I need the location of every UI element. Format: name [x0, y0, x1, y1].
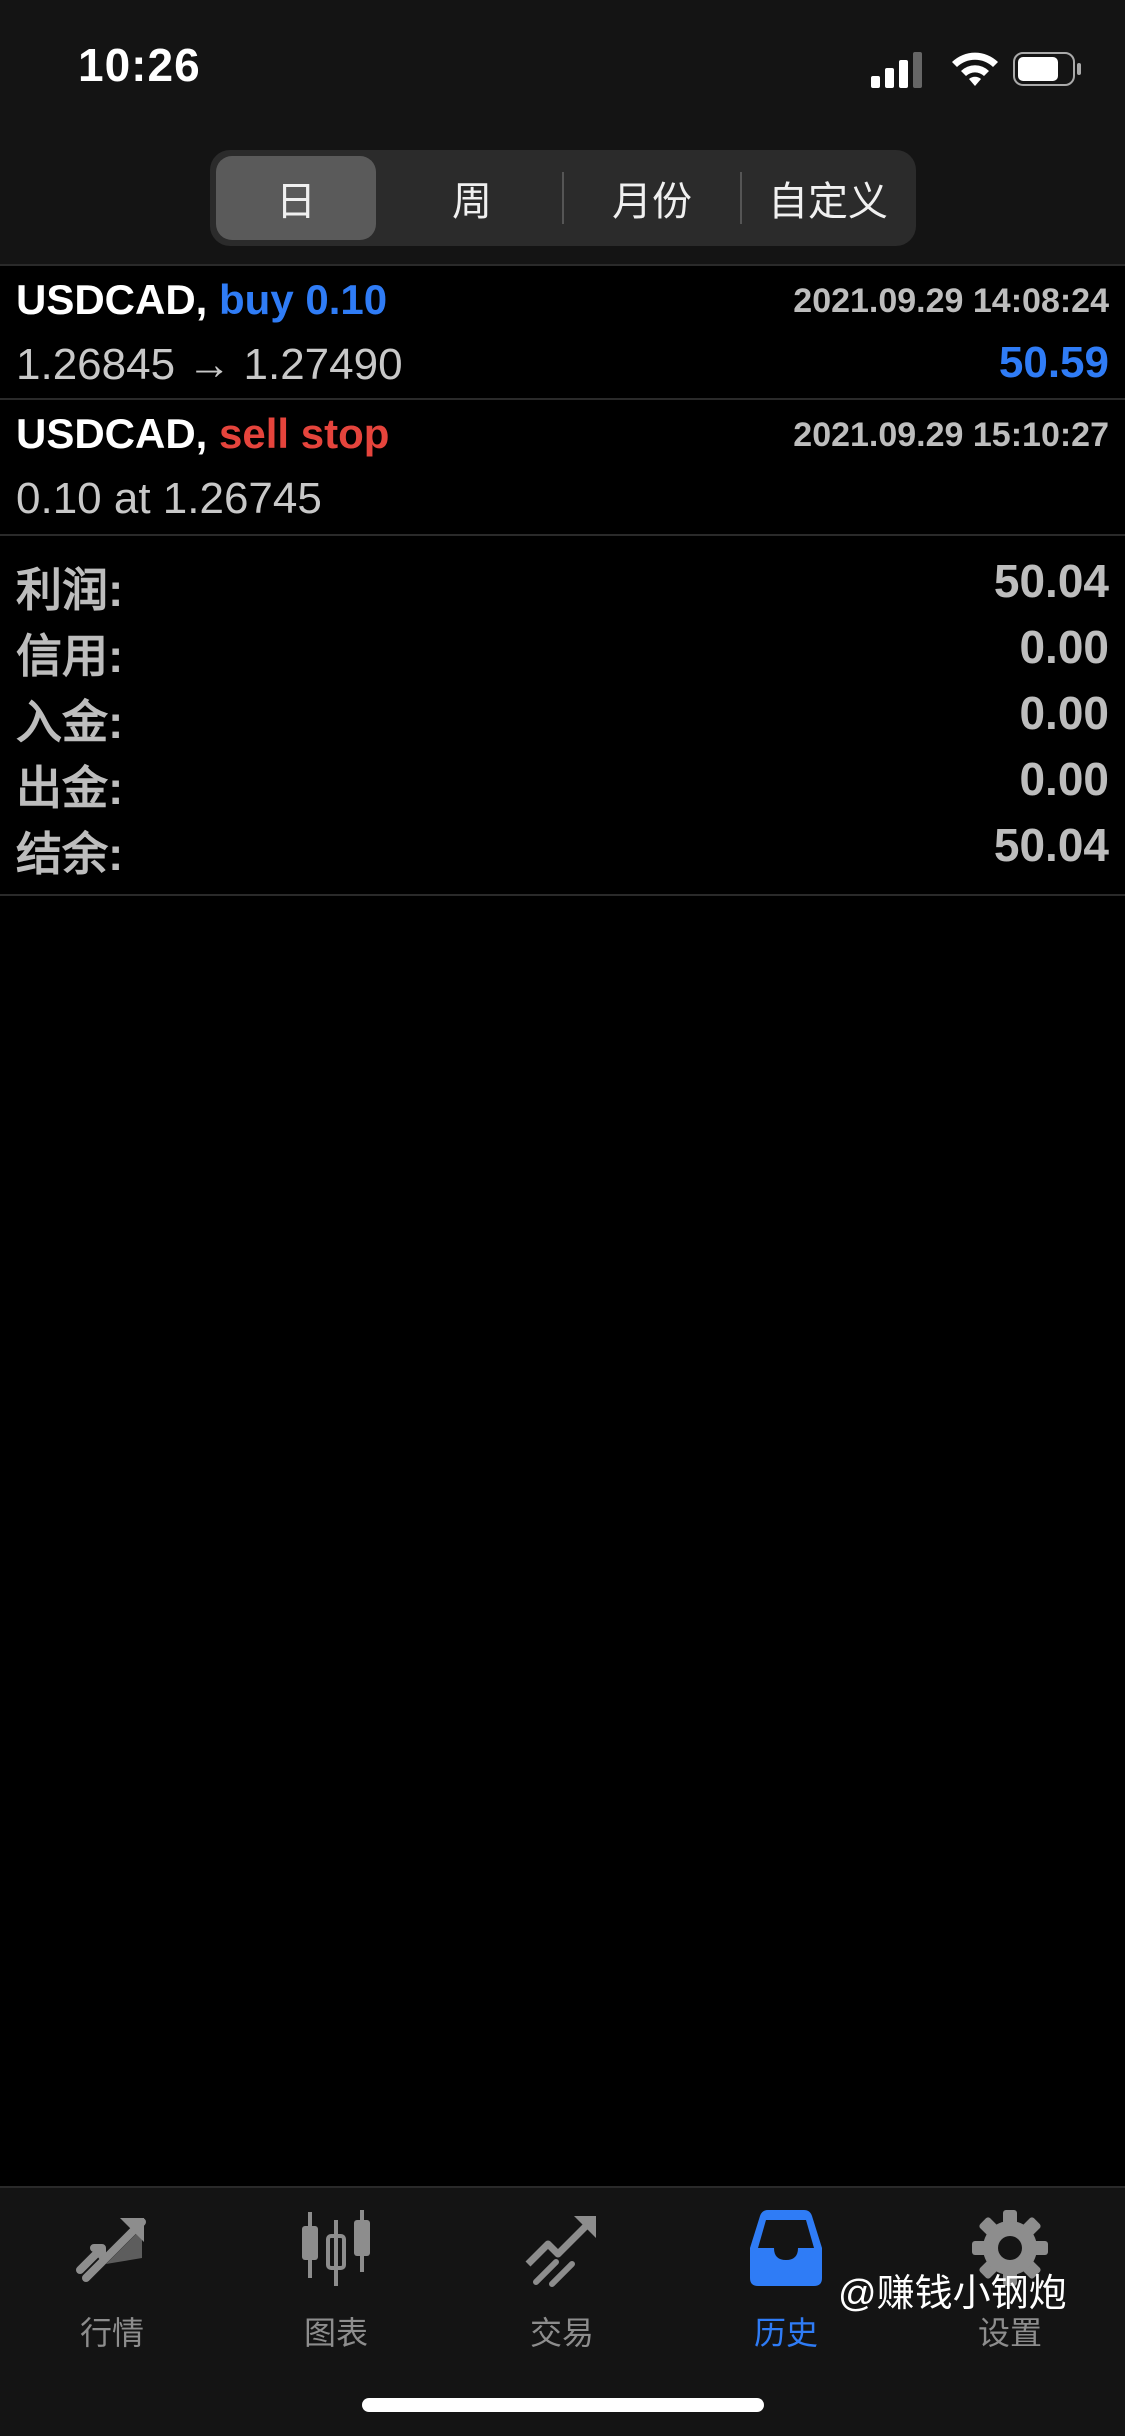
summary-value: 0.00 — [1019, 687, 1109, 739]
inbox-history-icon — [750, 2210, 822, 2286]
quotes-arrows-icon — [76, 2218, 146, 2282]
summary-profit: 利润: 50.04 — [0, 550, 1125, 616]
deal-prices: 1.26845 → 1.27490 — [16, 340, 403, 389]
deal-action: sell stop — [219, 410, 390, 457]
tab-chart[interactable]: 图表 — [256, 2208, 416, 2358]
deal-row[interactable]: USDCAD, buy 0.10 2021.09.29 14:08:24 1.2… — [0, 264, 1125, 398]
deal-action: buy 0.10 — [219, 276, 388, 323]
tab-label: 交易 — [529, 2315, 594, 2351]
deal-prices: 0.10 at 1.26745 — [16, 474, 322, 523]
home-indicator[interactable] — [362, 2398, 764, 2412]
tab-quotes[interactable]: 行情 — [32, 2208, 192, 2358]
watermark: @赚钱小钢炮 — [838, 2273, 1067, 2315]
deal-time: 2021.09.29 14:08:24 — [793, 282, 1109, 320]
summary-withdrawal: 出金: 0.00 — [0, 748, 1125, 814]
trade-chart-icon — [525, 2216, 596, 2287]
summary-label: 出金: — [16, 762, 124, 814]
header: 10:26 日 周 月份 自定义 — [0, 0, 1125, 266]
status-icons — [871, 50, 1081, 90]
deal-symbol: USDCAD, — [16, 276, 208, 323]
deal-profit: 50.59 — [998, 338, 1109, 387]
summary-label: 信用: — [16, 630, 124, 682]
segment-custom[interactable]: 自定义 — [748, 156, 908, 240]
summary-value: 50.04 — [993, 819, 1109, 871]
segment-month[interactable]: 月份 — [572, 156, 732, 240]
summary-deposit: 入金: 0.00 — [0, 682, 1125, 748]
tab-trade[interactable]: 交易 — [482, 2208, 642, 2358]
wifi-icon — [952, 52, 998, 86]
tab-label: 图表 — [303, 2315, 368, 2351]
summary-balance: 结余: 50.04 — [0, 814, 1125, 880]
tab-label: 行情 — [79, 2315, 144, 2351]
period-segmented-control: 日 周 月份 自定义 — [210, 150, 916, 246]
deal-row[interactable]: USDCAD, sell stop 2021.09.29 15:10:27 0.… — [0, 398, 1125, 532]
summary-label: 入金: — [16, 696, 124, 748]
summary-label: 结余: — [16, 828, 124, 880]
account-summary: 利润: 50.04 信用: 0.00 入金: 0.00 出金: 0.00 结余:… — [0, 534, 1125, 896]
summary-value: 0.00 — [1019, 753, 1109, 805]
candlestick-chart-icon — [302, 2210, 370, 2286]
summary-credit: 信用: 0.00 — [0, 616, 1125, 682]
segment-week[interactable]: 周 — [392, 156, 552, 240]
summary-value: 0.00 — [1019, 621, 1109, 673]
deal-symbol: USDCAD, — [16, 410, 208, 457]
battery-icon — [1013, 52, 1081, 86]
summary-value: 50.04 — [993, 555, 1109, 607]
deal-time: 2021.09.29 15:10:27 — [793, 416, 1109, 454]
segment-day[interactable]: 日 — [216, 156, 376, 240]
segment-divider — [740, 172, 742, 224]
summary-label: 利润: — [16, 564, 124, 616]
status-time: 10:26 — [78, 39, 201, 91]
segment-divider — [562, 172, 564, 224]
cellular-signal-icon — [871, 52, 922, 88]
